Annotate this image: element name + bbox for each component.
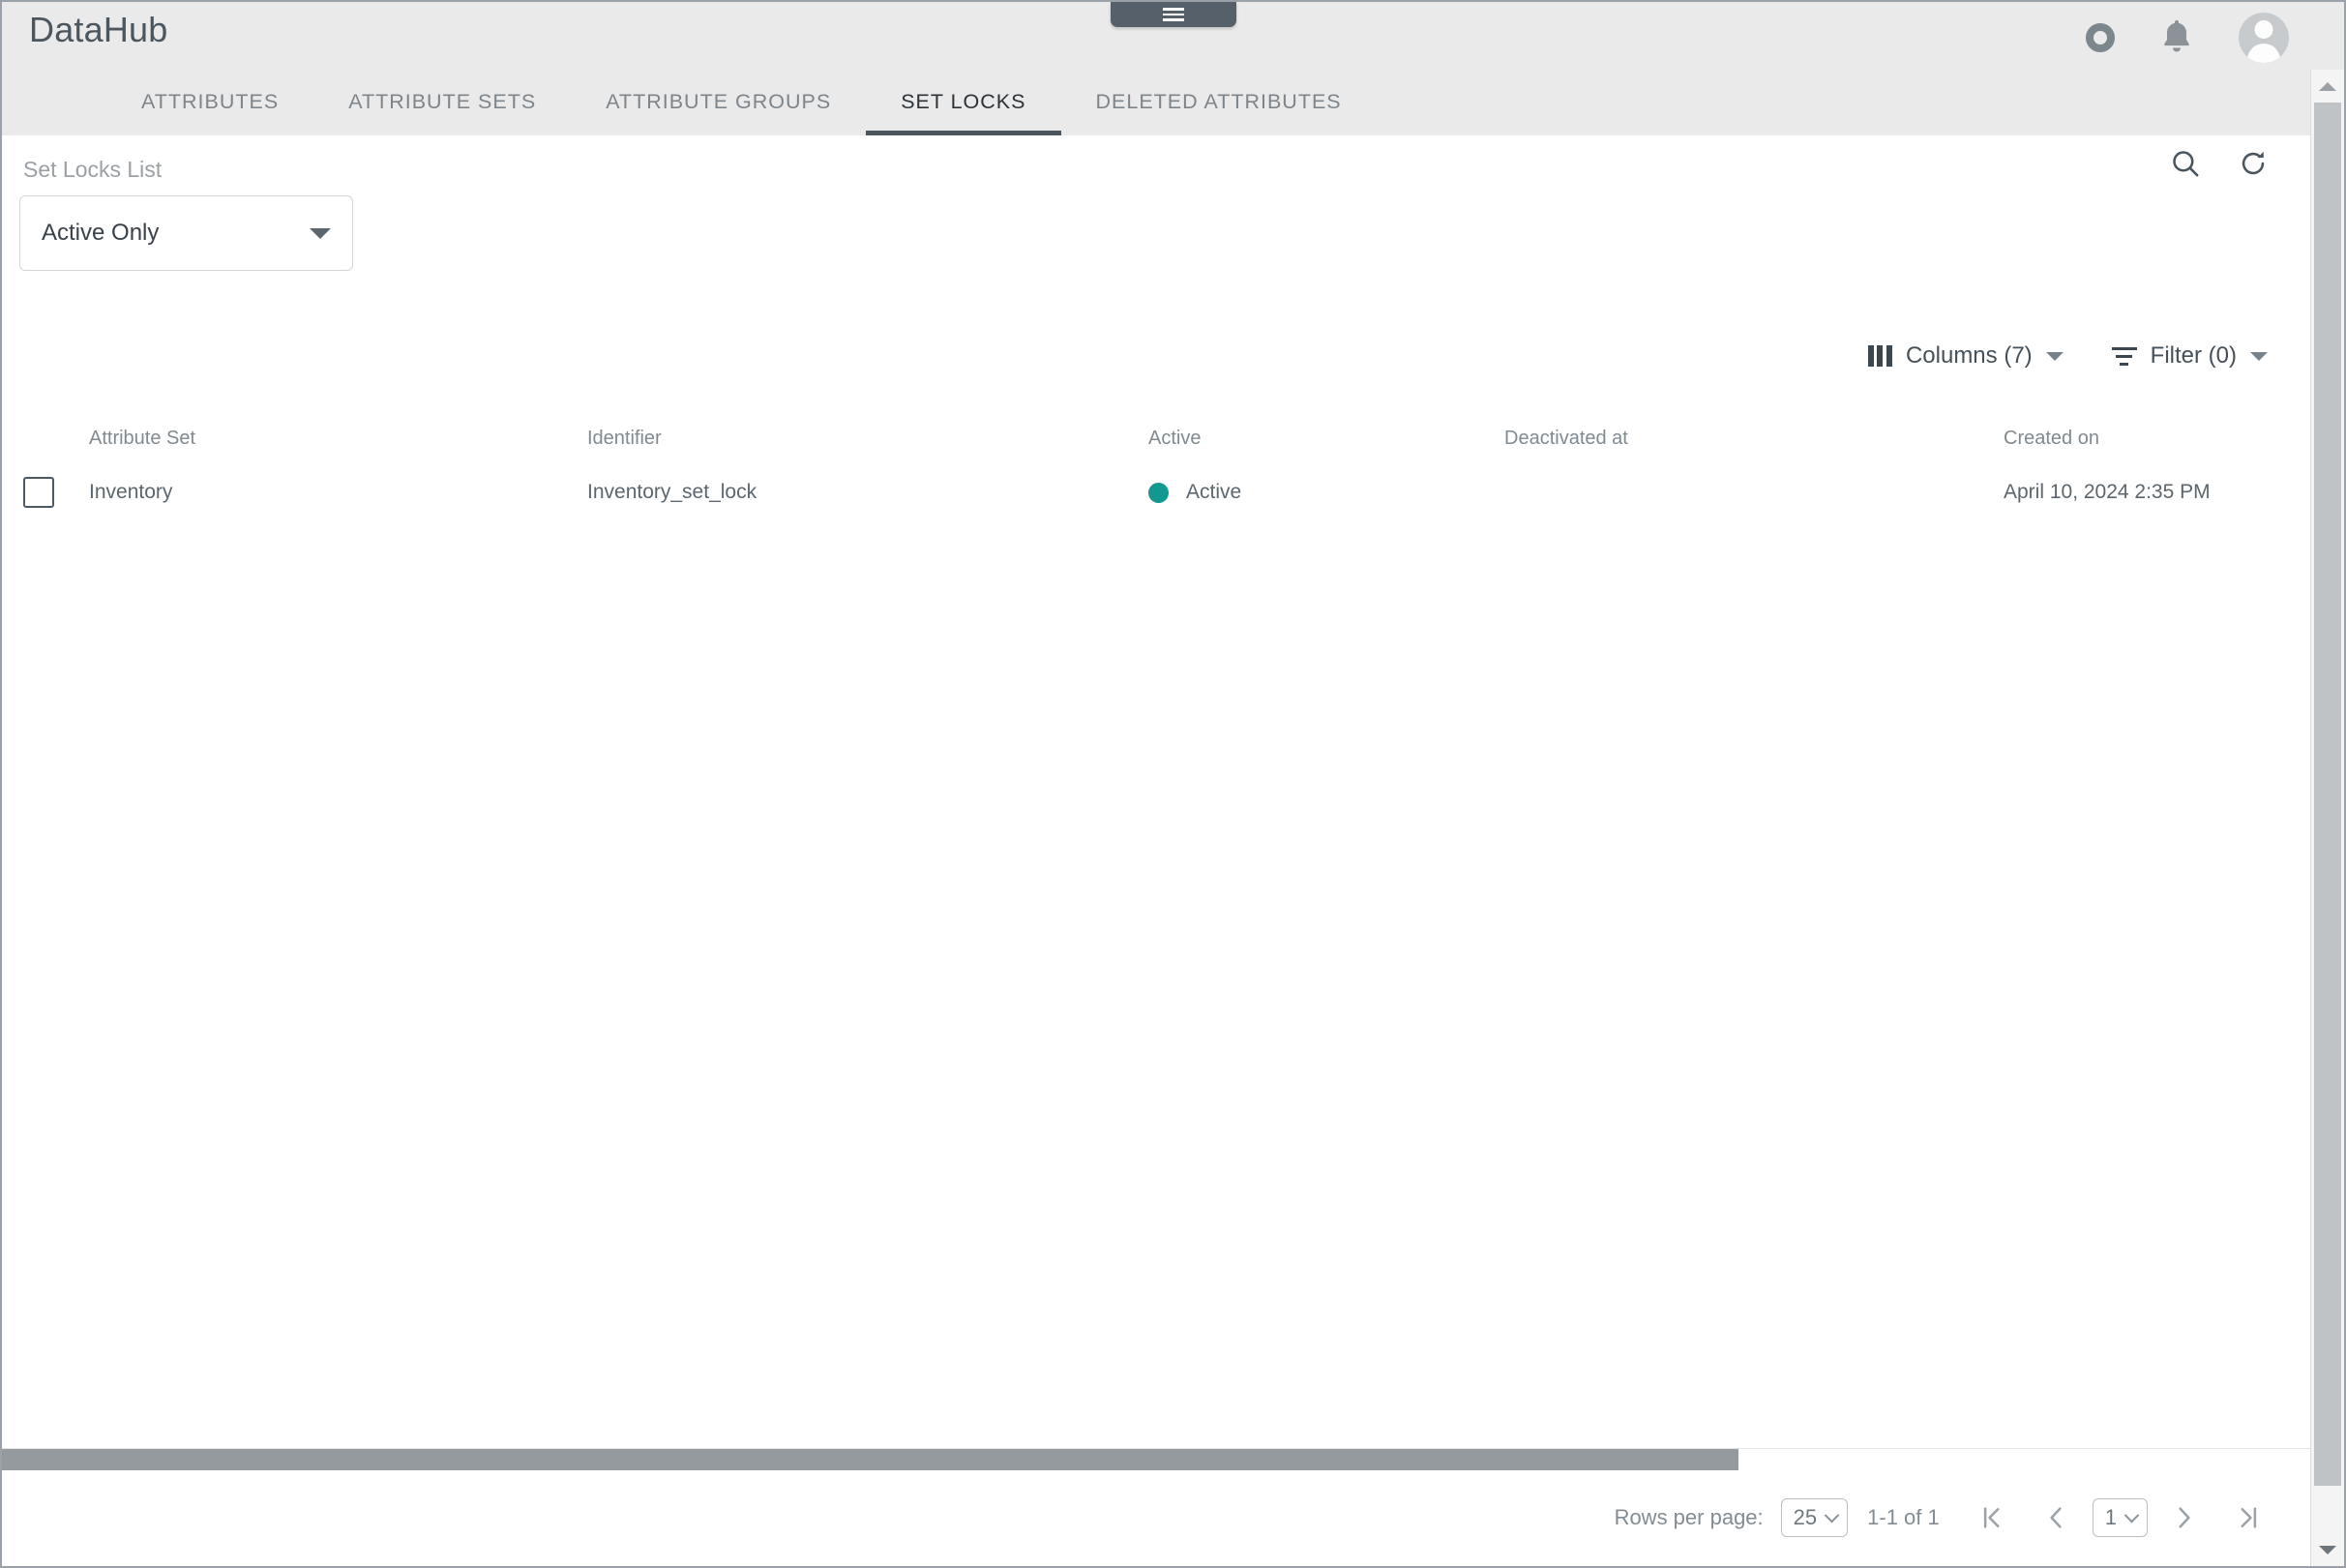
filter-button[interactable]: Filter (0) bbox=[2106, 339, 2273, 373]
set-locks-table: Attribute Set Identifier Active Deactiva… bbox=[2, 416, 2310, 524]
column-header-active[interactable]: Active bbox=[1148, 428, 1504, 450]
tab-attribute-groups[interactable]: ATTRIBUTE GROUPS bbox=[571, 91, 866, 136]
ring-icon bbox=[2086, 23, 2115, 52]
scrollbar-top-filler bbox=[2310, 2, 2344, 70]
cell-identifier: Inventory_set_lock bbox=[587, 481, 757, 503]
next-page-button[interactable] bbox=[2157, 1491, 2212, 1545]
avatar-icon bbox=[2239, 13, 2289, 63]
page-title: Set Locks List bbox=[23, 157, 163, 182]
status-dot-icon bbox=[1148, 482, 1169, 503]
filter-icon bbox=[2111, 346, 2137, 366]
header-actions bbox=[2086, 6, 2289, 70]
tab-set-locks[interactable]: SET LOCKS bbox=[866, 91, 1061, 136]
table-tools: Columns (7) Filter (0) bbox=[1862, 339, 2273, 373]
columns-icon bbox=[1867, 345, 1892, 367]
main-tabs: ATTRIBUTES ATTRIBUTE SETS ATTRIBUTE GROU… bbox=[106, 60, 1377, 135]
application-window: DataHub ATTRIBUTES ATTRIBUTE SETS ATTRIB… bbox=[0, 0, 2346, 1568]
chevron-up-icon bbox=[2319, 81, 2336, 91]
cell-active: Active bbox=[1148, 481, 1504, 504]
scroll-down-button[interactable] bbox=[2311, 1533, 2344, 1566]
horizontal-scrollbar-thumb[interactable] bbox=[2, 1449, 1738, 1470]
first-page-button[interactable] bbox=[1965, 1491, 2019, 1545]
chevron-down-icon bbox=[2250, 351, 2268, 361]
vertical-scrollbar[interactable] bbox=[2310, 70, 2344, 1566]
cell-attribute-set: Inventory bbox=[89, 481, 173, 503]
previous-page-icon bbox=[2050, 1507, 2062, 1528]
refresh-icon bbox=[2242, 151, 2265, 175]
hamburger-icon bbox=[1162, 8, 1184, 21]
bell-icon bbox=[2164, 20, 2189, 52]
row-checkbox[interactable] bbox=[23, 477, 54, 508]
first-page-icon bbox=[1983, 1507, 2000, 1528]
refresh-button[interactable] bbox=[2237, 147, 2270, 180]
page-number-select[interactable]: 1 bbox=[2092, 1498, 2148, 1537]
rows-per-page-select[interactable]: 25 bbox=[1780, 1498, 1849, 1537]
next-page-icon bbox=[2179, 1507, 2190, 1528]
status-badge: Active bbox=[1186, 481, 1242, 503]
column-header-created-on[interactable]: Created on bbox=[2004, 428, 2344, 450]
table-row[interactable]: Inventory Inventory_set_lock Active Apri… bbox=[2, 460, 2310, 524]
column-header-identifier[interactable]: Identifier bbox=[587, 428, 1148, 450]
rows-per-page-label: Rows per page: bbox=[1614, 1505, 1764, 1529]
window-drag-handle[interactable] bbox=[1110, 2, 1236, 27]
column-header-deactivated-at[interactable]: Deactivated at bbox=[1504, 428, 2004, 450]
column-header-attribute-set[interactable]: Attribute Set bbox=[89, 428, 587, 450]
page-number-value: 1 bbox=[2104, 1505, 2117, 1529]
vertical-scrollbar-thumb[interactable] bbox=[2314, 103, 2341, 1486]
pagination-range: 1-1 of 1 bbox=[1867, 1505, 1940, 1529]
chevron-down-icon bbox=[2123, 1507, 2140, 1523]
status-filter-value: Active Only bbox=[42, 220, 160, 246]
tab-deleted-attributes[interactable]: DELETED ATTRIBUTES bbox=[1061, 91, 1377, 136]
horizontal-scrollbar[interactable] bbox=[2, 1448, 2310, 1470]
status-filter-select[interactable]: Active Only bbox=[19, 195, 353, 271]
chevron-down-icon bbox=[1824, 1507, 1840, 1523]
status-ring-button[interactable] bbox=[2086, 23, 2115, 52]
rows-per-page-value: 25 bbox=[1793, 1505, 1818, 1529]
filter-button-label: Filter (0) bbox=[2150, 342, 2237, 369]
table-header-row: Attribute Set Identifier Active Deactiva… bbox=[2, 416, 2310, 460]
cell-created-on: April 10, 2024 2:35 PM bbox=[2004, 481, 2211, 503]
list-header-icons bbox=[2169, 147, 2270, 180]
row-select-cell bbox=[23, 477, 89, 508]
chevron-down-icon bbox=[2319, 1545, 2336, 1554]
chevron-down-icon bbox=[310, 227, 331, 239]
columns-button[interactable]: Columns (7) bbox=[1862, 339, 2069, 373]
search-button[interactable] bbox=[2169, 147, 2202, 180]
content-area: Set Locks List Active Only Columns (7) F… bbox=[2, 135, 2310, 1566]
notifications-button[interactable] bbox=[2157, 16, 2196, 59]
columns-button-label: Columns (7) bbox=[1905, 342, 2033, 369]
search-icon bbox=[2173, 151, 2199, 177]
last-page-icon bbox=[2241, 1507, 2257, 1528]
user-avatar-button[interactable] bbox=[2239, 13, 2289, 63]
tab-attributes[interactable]: ATTRIBUTES bbox=[106, 91, 313, 136]
pagination-bar: Rows per page: 25 1-1 of 1 1 bbox=[2, 1469, 2310, 1566]
chevron-down-icon bbox=[2045, 351, 2064, 361]
app-brand-title: DataHub bbox=[29, 10, 168, 49]
scroll-up-button[interactable] bbox=[2311, 70, 2344, 103]
last-page-button[interactable] bbox=[2221, 1491, 2275, 1545]
tab-attribute-sets[interactable]: ATTRIBUTE SETS bbox=[313, 91, 571, 136]
previous-page-button[interactable] bbox=[2029, 1491, 2083, 1545]
